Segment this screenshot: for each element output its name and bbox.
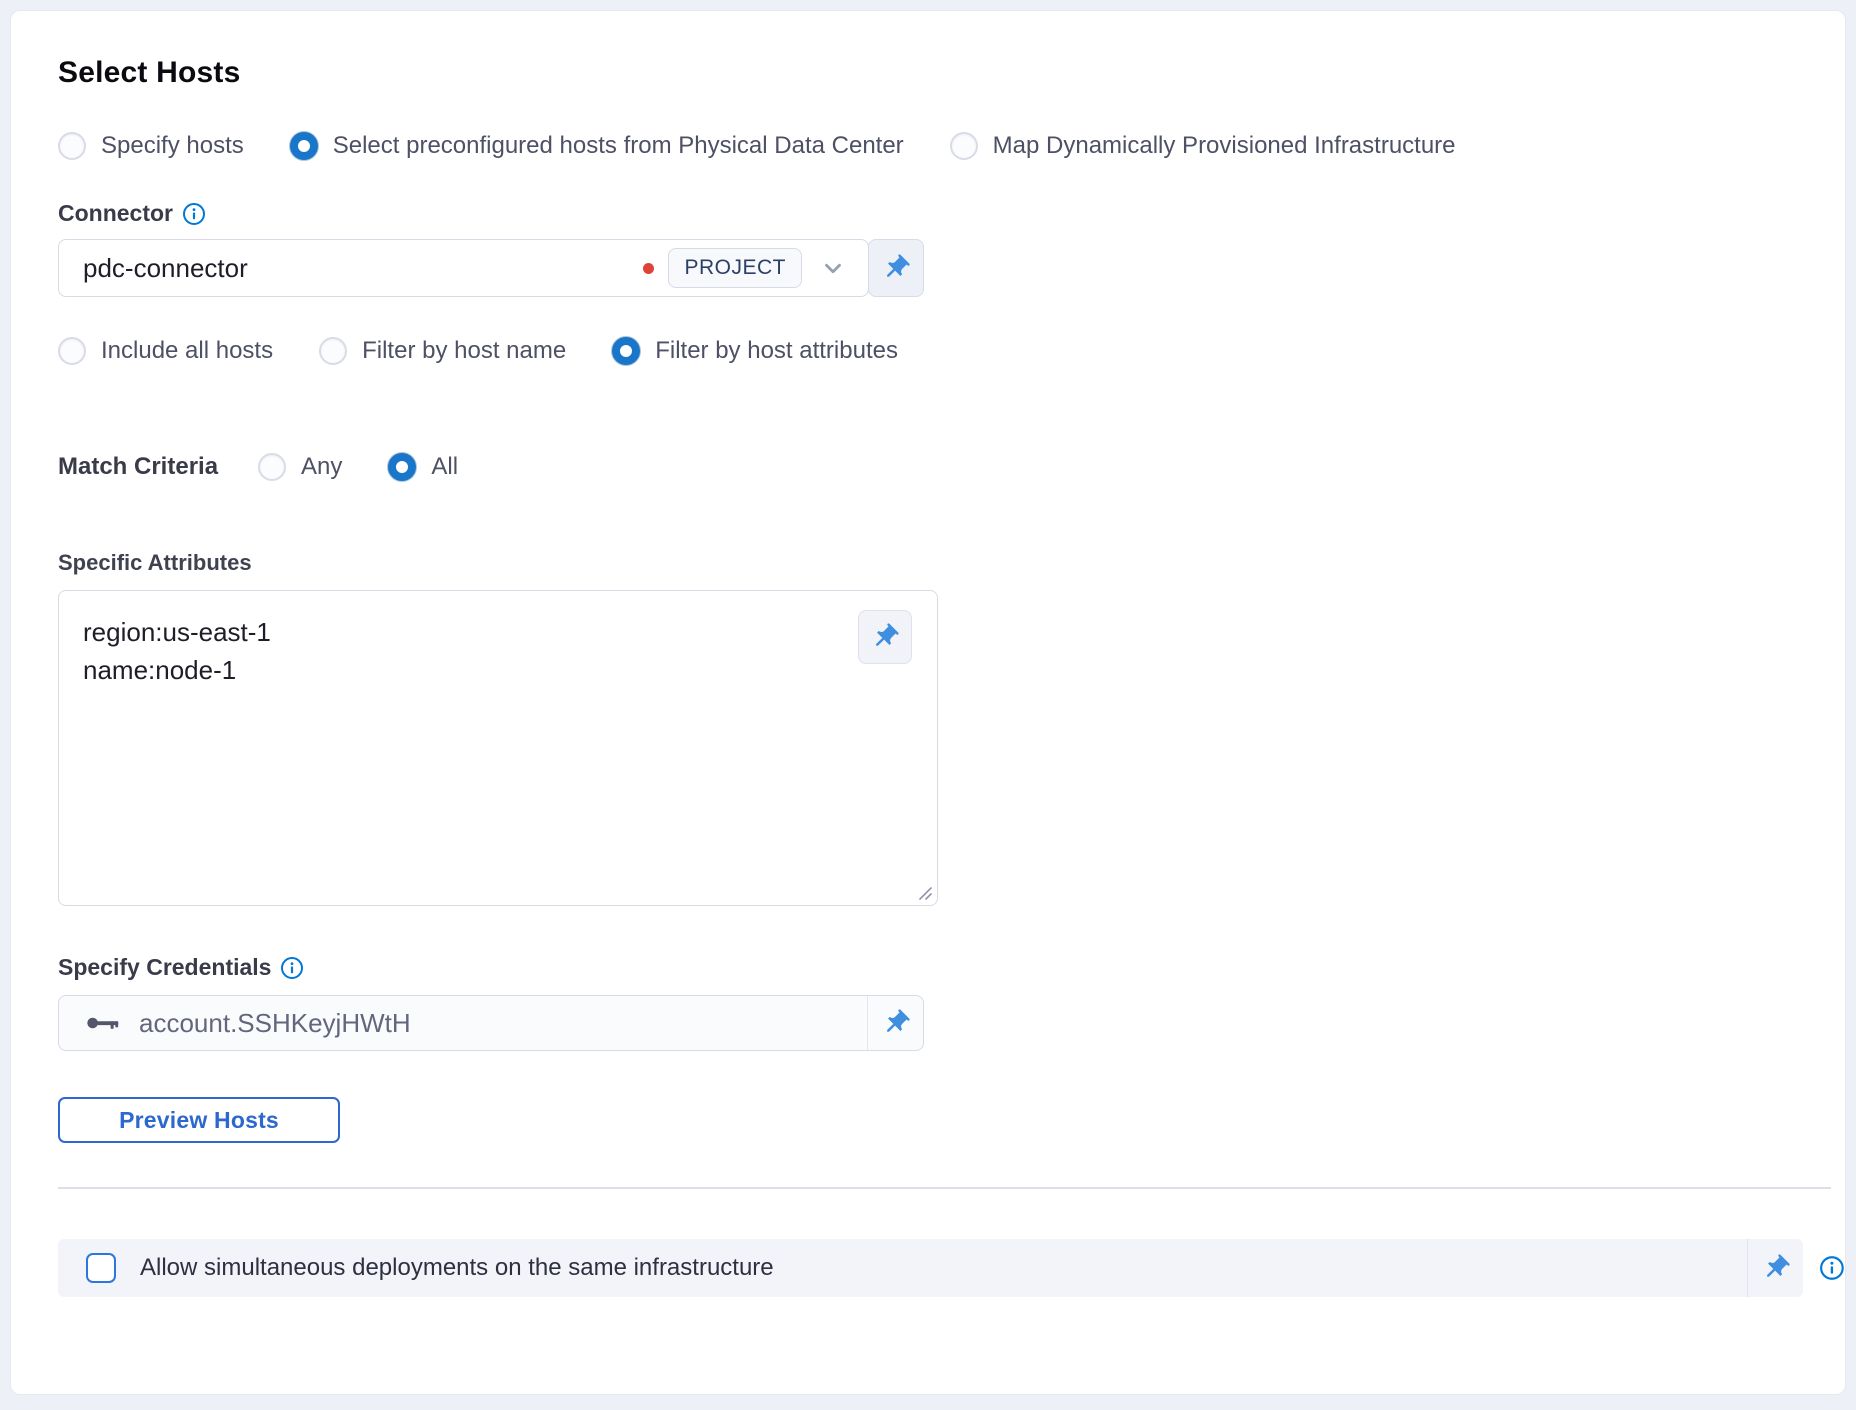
- credentials-field-row: account.SSHKeyjHWtH: [58, 995, 924, 1051]
- radio-match-all[interactable]: All: [388, 453, 458, 481]
- radio-label: Specify hosts: [101, 132, 244, 160]
- scope-badge: PROJECT: [668, 248, 802, 288]
- resize-handle-icon[interactable]: [917, 885, 933, 901]
- key-icon: [87, 1012, 121, 1034]
- credentials-value: account.SSHKeyjHWtH: [139, 1008, 411, 1039]
- page-title: Select Hosts: [58, 56, 1845, 90]
- connector-value: pdc-connector: [83, 253, 643, 284]
- connector-label: Connector: [58, 200, 173, 227]
- match-criteria-label: Match Criteria: [58, 453, 218, 481]
- radio-button-icon: [319, 337, 347, 365]
- footer-row-wrap: Allow simultaneous deployments on the sa…: [58, 1239, 1845, 1297]
- simultaneous-deployments-row[interactable]: Allow simultaneous deployments on the sa…: [58, 1239, 1747, 1297]
- connector-field-row: pdc-connector PROJECT: [58, 239, 924, 297]
- simultaneous-deployments-checkbox[interactable]: [86, 1253, 116, 1283]
- connector-input[interactable]: pdc-connector PROJECT: [58, 239, 869, 297]
- specific-attributes-label-row: Specific Attributes: [58, 550, 1845, 576]
- radio-label: Filter by host name: [362, 337, 566, 365]
- pushpin-icon: [875, 247, 917, 289]
- radio-include-all-hosts[interactable]: Include all hosts: [58, 337, 273, 365]
- credentials-pin-button[interactable]: [868, 995, 924, 1051]
- radio-filter-by-host-attributes[interactable]: Filter by host attributes: [612, 337, 898, 365]
- checkbox-label: Allow simultaneous deployments on the sa…: [140, 1254, 774, 1282]
- section-divider: [58, 1187, 1831, 1189]
- preview-hosts-button[interactable]: Preview Hosts: [58, 1097, 340, 1143]
- radio-label: Select preconfigured hosts from Physical…: [333, 132, 904, 160]
- pushpin-icon: [1754, 1247, 1796, 1289]
- radio-button-icon: [58, 132, 86, 160]
- info-icon[interactable]: [280, 956, 304, 980]
- radio-specify-hosts[interactable]: Specify hosts: [58, 132, 244, 160]
- radio-button-icon-checked: [388, 453, 416, 481]
- credentials-select[interactable]: account.SSHKeyjHWtH: [58, 995, 868, 1051]
- specific-attributes-field: [58, 590, 938, 906]
- radio-dynamic-infrastructure[interactable]: Map Dynamically Provisioned Infrastructu…: [950, 132, 1456, 160]
- specific-attributes-label: Specific Attributes: [58, 550, 252, 576]
- footer-pin-button[interactable]: [1747, 1239, 1803, 1297]
- attributes-pin-button[interactable]: [858, 610, 912, 664]
- required-dot-icon: [643, 263, 654, 274]
- radio-label: All: [431, 453, 458, 481]
- connector-label-row: Connector: [58, 200, 1845, 227]
- radio-button-icon-checked: [612, 337, 640, 365]
- radio-button-icon-checked: [290, 132, 318, 160]
- radio-label: Map Dynamically Provisioned Infrastructu…: [993, 132, 1456, 160]
- pushpin-icon: [874, 1002, 916, 1044]
- match-criteria-radio-group: Any All: [258, 453, 458, 481]
- credentials-label: Specify Credentials: [58, 954, 271, 981]
- radio-button-icon: [950, 132, 978, 160]
- specific-attributes-textarea[interactable]: [58, 590, 938, 906]
- host-filter-radio-group: Include all hosts Filter by host name Fi…: [58, 337, 1845, 365]
- radio-button-icon: [258, 453, 286, 481]
- connector-pin-button[interactable]: [868, 239, 924, 297]
- match-criteria-row: Match Criteria Any All: [58, 453, 1845, 481]
- radio-preconfigured-hosts[interactable]: Select preconfigured hosts from Physical…: [290, 132, 904, 160]
- radio-label: Any: [301, 453, 342, 481]
- radio-filter-by-host-name[interactable]: Filter by host name: [319, 337, 566, 365]
- radio-match-any[interactable]: Any: [258, 453, 342, 481]
- chevron-down-icon[interactable]: [820, 255, 846, 281]
- credentials-label-row: Specify Credentials: [58, 954, 1845, 981]
- radio-button-icon: [58, 337, 86, 365]
- select-hosts-panel: Select Hosts Specify hosts Select precon…: [10, 10, 1846, 1395]
- pushpin-icon: [864, 616, 906, 658]
- radio-label: Filter by host attributes: [655, 337, 898, 365]
- host-selection-radio-group: Specify hosts Select preconfigured hosts…: [58, 132, 1845, 160]
- radio-label: Include all hosts: [101, 337, 273, 365]
- info-icon[interactable]: [182, 202, 206, 226]
- info-icon[interactable]: [1819, 1255, 1845, 1281]
